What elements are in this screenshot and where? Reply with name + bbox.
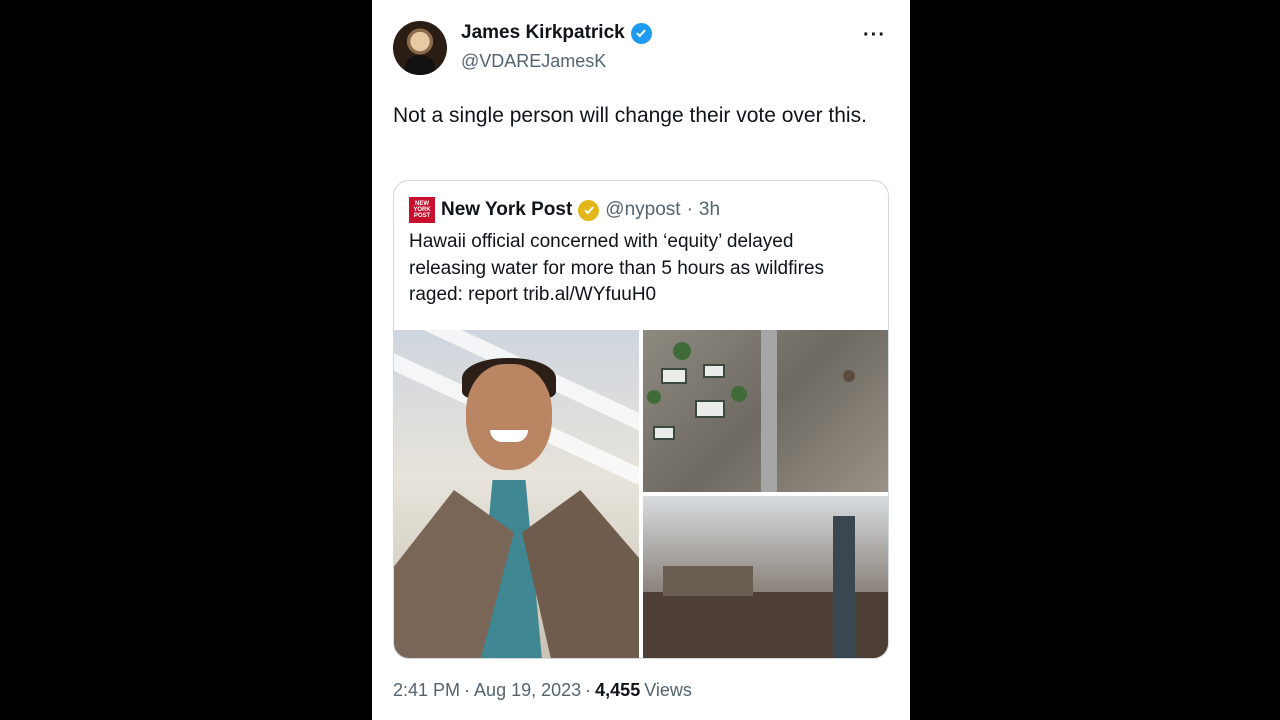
more-options-icon[interactable]: ···	[863, 24, 886, 47]
views-count: 4,455	[595, 680, 641, 700]
verified-org-badge-icon	[578, 199, 600, 221]
verified-badge-icon	[630, 22, 652, 44]
quoted-text: Hawaii official concerned with ‘equity’ …	[409, 231, 825, 305]
author-handle[interactable]: @VDAREJamesK	[461, 51, 606, 72]
avatar[interactable]	[393, 21, 447, 75]
tweet-footer: 2:41 PM · Aug 19, 2023 · 4,455 Views	[393, 680, 692, 701]
tweet-text: Not a single person will change their vo…	[393, 104, 867, 127]
media-grid	[394, 330, 888, 658]
quoted-header: NEW YORK POST New York Post @nypost · 3h	[409, 197, 720, 223]
quoted-separator: ·	[686, 199, 693, 220]
author-name-row: James Kirkpatrick	[461, 22, 652, 44]
views-label: Views	[644, 680, 692, 700]
tweet-time[interactable]: 2:41 PM	[393, 680, 460, 701]
footer-separator: ·	[464, 680, 471, 700]
quoted-tweet[interactable]: NEW YORK POST New York Post @nypost · 3h H…	[393, 180, 889, 659]
tweet-date[interactable]: Aug 19, 2023	[474, 680, 581, 701]
quoted-author-name: New York Post	[441, 199, 573, 220]
quoted-author-handle: @nypost	[605, 199, 681, 220]
tweet-card: James Kirkpatrick @VDAREJamesK ··· Not a…	[372, 0, 910, 720]
wildfire-debris-image[interactable]	[643, 496, 888, 658]
author-name[interactable]: James Kirkpatrick	[461, 22, 625, 44]
aerial-burned-town-image[interactable]	[643, 330, 888, 492]
nypost-logo-icon: NEW YORK POST	[409, 197, 435, 223]
quoted-timestamp: 3h	[698, 199, 721, 220]
official-portrait-image[interactable]	[394, 330, 639, 658]
footer-separator: ·	[585, 680, 592, 700]
